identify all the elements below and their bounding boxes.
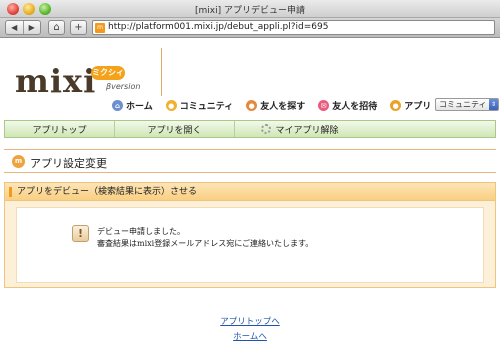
mixi-m-icon: m <box>12 155 25 168</box>
url-text[interactable]: http://platform001.mixi.jp/debut_appli.p… <box>108 22 328 32</box>
message-line-2: 審査結果はmixi登録メールアドレス宛にご連絡いたします。 <box>97 239 314 248</box>
mixi-badge: ミクシィ <box>91 66 125 80</box>
exclamation-icon: ! <box>72 225 89 242</box>
browser-window: [mixi] アプリデビュー申請 ◀ ▶ ⌂ + m http://platfo… <box>0 0 500 347</box>
nav-app-label: アプリ <box>404 102 432 112</box>
invite-icon: ✉ <box>318 100 330 111</box>
back-button[interactable]: ◀ <box>6 21 23 34</box>
home-button[interactable]: ⌂ <box>48 20 65 35</box>
global-nav: ⌂ ホーム ● コミュニティ ● 友人を探す ✉ 友人を招待 ● アプリ <box>112 99 431 112</box>
debut-section: アプリをデビュー（検索結果に表示）させる ! デビュー申請しました。 審査結果は… <box>4 182 496 288</box>
subnav-app-top-label: アプリトップ <box>32 125 87 136</box>
nav-community[interactable]: ● コミュニティ <box>165 99 234 112</box>
nav-app[interactable]: ● アプリ <box>390 99 431 112</box>
app-subnav: アプリトップ アプリを開く マイアプリ解除 <box>4 120 496 138</box>
nav-home-label: ホーム <box>126 102 153 112</box>
subnav-remove-my-app[interactable]: マイアプリ解除 <box>235 121 365 137</box>
page-title: アプリ設定変更 <box>30 157 107 170</box>
search-scope-select[interactable]: コミュニティ ⇕ <box>435 98 499 111</box>
beta-label: βversion <box>106 82 141 91</box>
page-title-bar: m アプリ設定変更 <box>4 149 496 173</box>
subnav-open-app[interactable]: アプリを開く <box>115 121 235 137</box>
select-arrows-icon: ⇕ <box>489 99 498 110</box>
message-box: ! デビュー申請しました。 審査結果はmixi登録メールアドレス宛にご連絡いたし… <box>16 207 484 283</box>
mixi-logo[interactable]: mixi <box>15 62 96 100</box>
message-line-1: デビュー申請しました。 <box>97 227 185 236</box>
app-top-link[interactable]: アプリトップへ <box>0 315 500 327</box>
subnav-app-top[interactable]: アプリトップ <box>5 121 115 137</box>
section-title: アプリをデビュー（検索結果に表示）させる <box>5 183 495 201</box>
find-friend-icon: ● <box>246 100 258 111</box>
back-forward-group: ◀ ▶ <box>5 20 41 35</box>
nav-find-friend-label: 友人を探す <box>260 102 306 112</box>
home-icon: ⌂ <box>112 100 123 111</box>
header-divider <box>161 48 162 96</box>
address-bar[interactable]: m http://platform001.mixi.jp/debut_appli… <box>92 20 495 35</box>
nav-home[interactable]: ⌂ ホーム <box>112 99 153 112</box>
community-icon: ● <box>165 100 177 111</box>
title-bar: [mixi] アプリデビュー申請 <box>0 0 500 18</box>
message-text: デビュー申請しました。 審査結果はmixi登録メールアドレス宛にご連絡いたします… <box>97 226 313 250</box>
browser-toolbar: ◀ ▶ ⌂ + m http://platform001.mixi.jp/deb… <box>0 18 500 38</box>
subnav-remove-my-app-label: マイアプリ解除 <box>275 125 339 136</box>
forward-button[interactable]: ▶ <box>22 21 41 34</box>
nav-invite-label: 友人を招待 <box>332 102 378 112</box>
window-title: [mixi] アプリデビュー申請 <box>195 6 305 16</box>
nav-community-label: コミュニティ <box>179 102 234 112</box>
gear-icon <box>261 124 272 134</box>
add-bookmark-button[interactable]: + <box>70 20 87 35</box>
app-icon: ● <box>390 100 402 111</box>
home-link[interactable]: ホームへ <box>0 330 500 342</box>
search-scope-value: コミュニティ <box>439 100 487 109</box>
nav-invite[interactable]: ✉ 友人を招待 <box>318 99 377 112</box>
subnav-open-app-label: アプリを開く <box>147 125 202 136</box>
favicon-icon: m <box>95 23 105 33</box>
nav-find-friend[interactable]: ● 友人を探す <box>246 99 305 112</box>
